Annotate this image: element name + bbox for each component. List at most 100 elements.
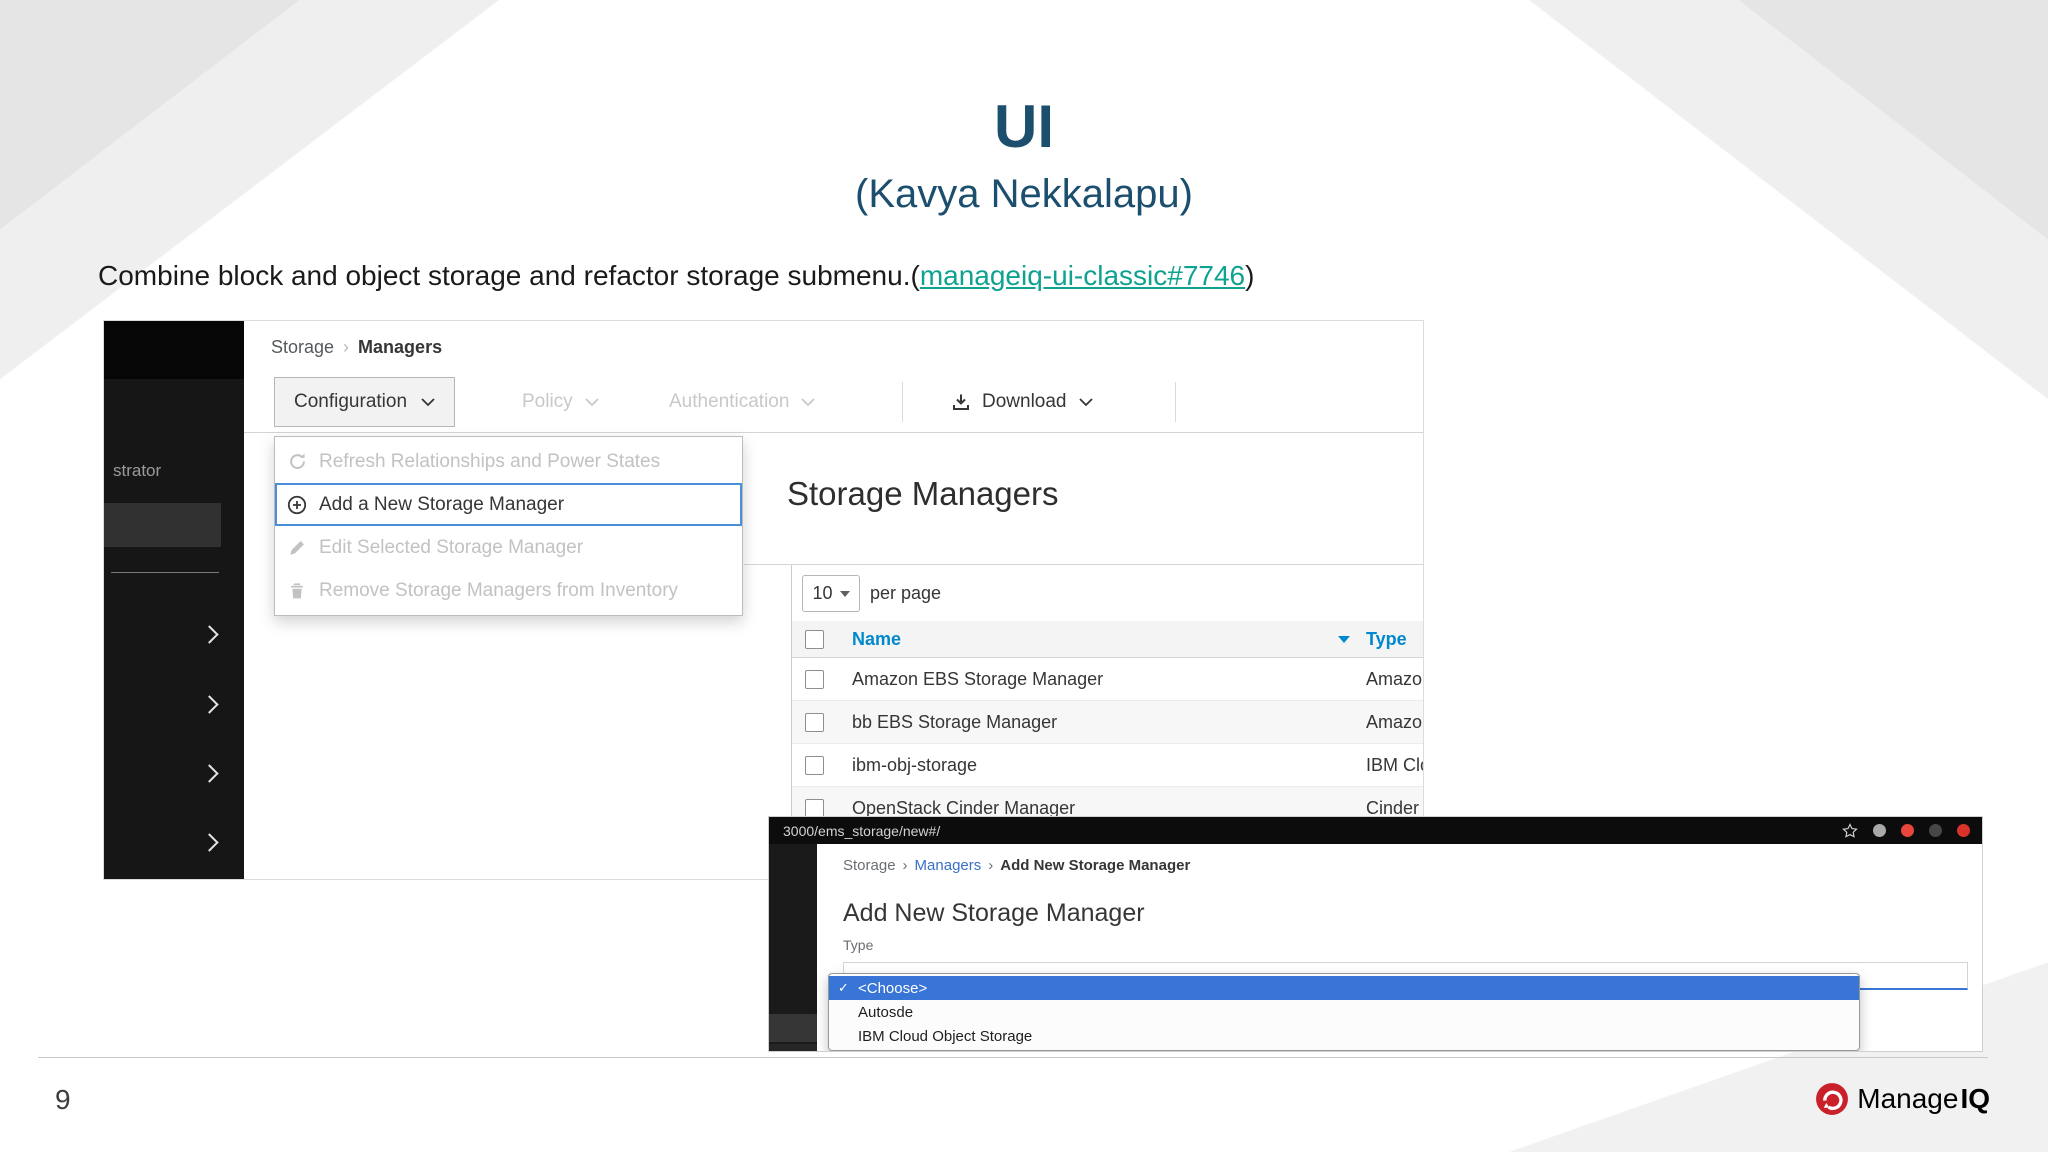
option-label: Autosde <box>858 1003 914 1021</box>
sidebar-item-administrator[interactable]: strator <box>113 461 161 481</box>
row-checkbox[interactable] <box>804 712 824 732</box>
mini-sidebar-item <box>769 1044 817 1051</box>
table-row[interactable]: Amazon EBS Storage Manager Amazon <box>792 658 1423 701</box>
breadcrumb-storage[interactable]: Storage <box>271 337 334 358</box>
pencil-icon <box>286 537 308 559</box>
configuration-label: Configuration <box>294 391 408 412</box>
per-page-label: per page <box>870 583 942 603</box>
menu-item-label: Refresh Relationships and Power States <box>319 450 661 472</box>
breadcrumb-separator: › <box>343 337 350 357</box>
chevron-right-icon[interactable] <box>200 625 219 644</box>
policy-label: Policy <box>522 391 573 412</box>
sidebar-active-item[interactable] <box>104 503 221 547</box>
type-dropdown-menu: ✓ <Choose> Autosde IBM Cloud Object Stor… <box>828 973 1860 1051</box>
cell-type: IBM Clou <box>1366 754 1423 775</box>
cell-type: Amazon <box>1366 711 1423 732</box>
page-heading: Storage Managers <box>787 475 1059 512</box>
chevron-down-icon <box>585 397 599 406</box>
toolbar-separator <box>902 382 903 422</box>
option-label: IBM Cloud Object Storage <box>858 1027 1033 1045</box>
download-label: Download <box>982 391 1067 412</box>
mini-sidebar <box>769 844 817 1051</box>
per-page-value: 10 <box>812 583 833 603</box>
row-checkbox[interactable] <box>804 755 824 775</box>
slide: UI (Kavya Nekkalapu) Combine block and o… <box>0 0 2048 1152</box>
manageiq-logo-icon <box>1816 1083 1849 1115</box>
cell-name: bb EBS Storage Manager <box>852 711 1058 732</box>
toolbar-separator <box>1175 382 1176 422</box>
table-row[interactable]: ibm-obj-storage IBM Clou <box>792 744 1423 787</box>
form-heading: Add New Storage Manager <box>843 899 1145 927</box>
toolbar-bottom-border <box>244 432 1423 433</box>
breadcrumb-separator: › <box>902 857 908 874</box>
download-button[interactable]: Download <box>952 377 1093 427</box>
browser-bar: 3000/ems_storage/new#/ <box>769 817 1982 844</box>
storage-managers-screenshot: strator Storage › Managers Configuration… <box>103 320 1424 880</box>
chevron-right-icon[interactable] <box>200 764 219 783</box>
slide-subtitle: (Kavya Nekkalapu) <box>855 172 1193 216</box>
body-text-suffix: ) <box>1245 260 1255 291</box>
policy-button[interactable]: Policy <box>522 377 599 427</box>
refresh-icon <box>286 451 308 473</box>
cell-name: ibm-obj-storage <box>852 754 978 775</box>
table-header-row: Name Type <box>792 621 1423 658</box>
cell-name: Amazon EBS Storage Manager <box>852 668 1104 689</box>
menu-item-add-storage-manager[interactable]: Add a New Storage Manager <box>275 483 742 526</box>
extension-icon[interactable] <box>1929 824 1942 837</box>
dropdown-option-ibm-cos[interactable]: IBM Cloud Object Storage <box>829 1024 1859 1048</box>
column-header-type[interactable]: Type <box>1352 629 1423 650</box>
authentication-button[interactable]: Authentication <box>669 377 816 427</box>
dropdown-option-choose[interactable]: ✓ <Choose> <box>829 976 1859 1000</box>
checkmark-icon: ✓ <box>838 980 849 995</box>
chevron-right-icon[interactable] <box>200 833 219 852</box>
extension-icon[interactable] <box>1957 824 1970 837</box>
logo-text-manage: Manage <box>1857 1083 1959 1114</box>
row-checkbox[interactable] <box>804 798 824 818</box>
plus-circle-icon <box>286 494 308 516</box>
authentication-label: Authentication <box>669 391 790 412</box>
managers-table: Name Type Amazon EBS Storage Manager Ama… <box>792 621 1423 830</box>
breadcrumb-storage[interactable]: Storage <box>843 857 896 874</box>
sort-desc-icon <box>1338 636 1350 643</box>
configuration-button[interactable]: Configuration <box>274 377 456 427</box>
menu-item-edit-storage-manager[interactable]: Edit Selected Storage Manager <box>275 526 742 569</box>
extension-icon[interactable] <box>1901 824 1914 837</box>
select-all-checkbox[interactable] <box>804 629 824 649</box>
bookmark-star-icon[interactable] <box>1842 822 1858 839</box>
pr-link[interactable]: manageiq-ui-classic#7746 <box>920 260 1245 291</box>
trash-icon <box>286 580 308 602</box>
breadcrumb: Storage › Managers › Add New Storage Man… <box>843 857 1190 874</box>
per-page-select[interactable]: 10 <box>802 575 860 612</box>
cell-type: Amazon <box>1366 668 1423 689</box>
chevron-down-icon <box>839 590 850 597</box>
chevron-right-icon[interactable] <box>200 695 219 714</box>
table-row[interactable]: bb EBS Storage Manager Amazon <box>792 701 1423 744</box>
mini-sidebar-item <box>769 1014 817 1042</box>
slide-title: UI <box>994 93 1054 160</box>
extension-icon[interactable] <box>1873 824 1886 837</box>
body-text-prefix: Combine block and object storage and ref… <box>98 260 920 291</box>
address-bar[interactable]: 3000/ems_storage/new#/ <box>783 823 940 839</box>
breadcrumb-current: Add New Storage Manager <box>1000 857 1191 874</box>
column-header-name[interactable]: Name <box>836 629 1352 650</box>
sidebar-divider <box>111 572 219 573</box>
menu-item-label: Edit Selected Storage Manager <box>319 536 584 558</box>
row-checkbox[interactable] <box>804 669 824 689</box>
nav-sidebar: strator <box>104 321 244 879</box>
sidebar-header <box>104 321 244 379</box>
browser-icons <box>1842 822 1970 839</box>
breadcrumb: Storage › Managers <box>271 337 442 358</box>
breadcrumb-managers[interactable]: Managers <box>915 857 982 874</box>
chevron-down-icon <box>801 397 816 406</box>
footer-divider <box>38 1057 1988 1058</box>
menu-item-remove-storage-managers[interactable]: Remove Storage Managers from Inventory <box>275 569 742 612</box>
download-icon <box>953 394 969 410</box>
dropdown-option-autosde[interactable]: Autosde <box>829 1000 1859 1024</box>
manageiq-logo: Manage IQ <box>1815 1082 1990 1116</box>
type-field-label: Type <box>843 937 874 953</box>
option-label: <Choose> <box>858 979 928 997</box>
slide-body-text: Combine block and object storage and ref… <box>98 260 1254 292</box>
chevron-down-icon <box>421 397 435 406</box>
menu-item-refresh-relationships[interactable]: Refresh Relationships and Power States <box>275 440 742 483</box>
chevron-down-icon <box>1078 397 1093 406</box>
